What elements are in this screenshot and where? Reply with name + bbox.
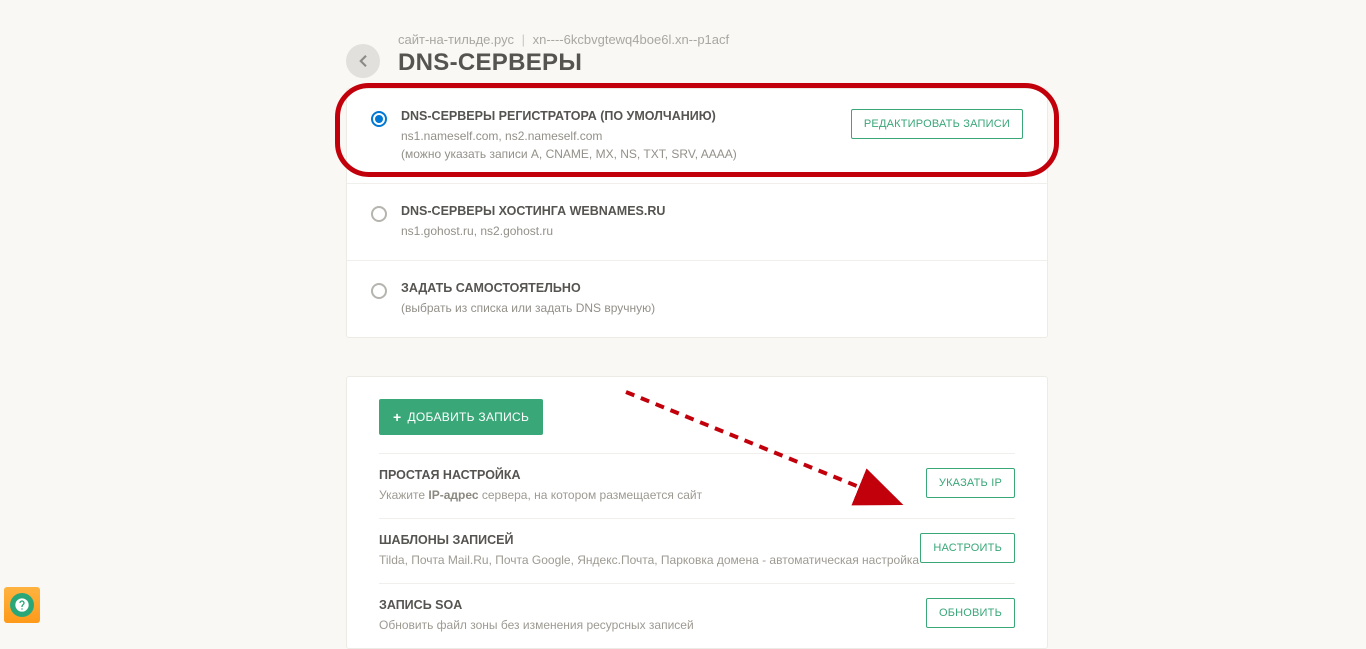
add-record-button[interactable]: + ДОБАВИТЬ ЗАПИСЬ <box>379 399 543 435</box>
page-container: сайт-на-тильде.рус | xn----6kcbvgtewq4bo… <box>346 30 1048 649</box>
help-widget[interactable] <box>4 587 40 623</box>
option-body: DNS-СЕРВЕРЫ РЕГИСТРАТОРА (ПО УМОЛЧАНИЮ) … <box>401 109 837 163</box>
radio-selected[interactable] <box>371 111 387 127</box>
section-body: ЗАПИСЬ SOA Обновить файл зоны без измене… <box>379 598 926 634</box>
section-title: ШАБЛОНЫ ЗАПИСЕЙ <box>379 533 920 547</box>
option-servers: ns1.gohost.ru, ns2.gohost.ru <box>401 222 1023 240</box>
page-header: сайт-на-тильде.рус | xn----6kcbvgtewq4bo… <box>346 30 1048 78</box>
domain-separator: | <box>522 32 525 47</box>
section-title: ЗАПИСЬ SOA <box>379 598 926 612</box>
section-soa: ЗАПИСЬ SOA Обновить файл зоны без измене… <box>379 583 1015 648</box>
dns-option-manual[interactable]: ЗАДАТЬ САМОСТОЯТЕЛЬНО (выбрать из списка… <box>347 261 1047 337</box>
option-body: ЗАДАТЬ САМОСТОЯТЕЛЬНО (выбрать из списка… <box>401 281 1023 317</box>
option-title: ЗАДАТЬ САМОСТОЯТЕЛЬНО <box>401 281 1023 295</box>
edit-records-button[interactable]: РЕДАКТИРОВАТЬ ЗАПИСИ <box>851 109 1023 139</box>
question-icon <box>14 597 30 613</box>
option-body: DNS-СЕРВЕРЫ ХОСТИНГА WEBNAMES.RU ns1.goh… <box>401 204 1023 240</box>
page-title: DNS-СЕРВЕРЫ <box>398 49 1048 77</box>
specify-ip-button[interactable]: УКАЗАТЬ IP <box>926 468 1015 498</box>
records-card: + ДОБАВИТЬ ЗАПИСЬ ПРОСТАЯ НАСТРОЙКА Укаж… <box>346 376 1048 649</box>
dns-option-registrar[interactable]: DNS-СЕРВЕРЫ РЕГИСТРАТОРА (ПО УМОЛЧАНИЮ) … <box>347 89 1047 184</box>
sub-bold: IP-адрес <box>428 488 478 502</box>
arrow-left-icon <box>354 52 372 70</box>
section-sub: Обновить файл зоны без изменения ресурсн… <box>379 616 926 634</box>
domain-display: сайт-на-тильде.рус <box>398 32 514 47</box>
update-button[interactable]: ОБНОВИТЬ <box>926 598 1015 628</box>
domain-line: сайт-на-тильде.рус | xn----6kcbvgtewq4bo… <box>398 32 1048 47</box>
domain-punycode: xn----6kcbvgtewq4boe6l.xn--p1acf <box>533 32 730 47</box>
option-servers: ns1.nameself.com, ns2.nameself.com <box>401 127 837 145</box>
section-body: ШАБЛОНЫ ЗАПИСЕЙ Tilda, Почта Mail.Ru, По… <box>379 533 920 569</box>
radio-unselected[interactable] <box>371 283 387 299</box>
plus-icon: + <box>393 409 401 425</box>
option-note: (можно указать записи A, CNAME, MX, NS, … <box>401 145 837 163</box>
option-title: DNS-СЕРВЕРЫ РЕГИСТРАТОРА (ПО УМОЛЧАНИЮ) <box>401 109 837 123</box>
option-title: DNS-СЕРВЕРЫ ХОСТИНГА WEBNAMES.RU <box>401 204 1023 218</box>
dns-options-card: DNS-СЕРВЕРЫ РЕГИСТРАТОРА (ПО УМОЛЧАНИЮ) … <box>346 88 1048 338</box>
dns-option-hosting[interactable]: DNS-СЕРВЕРЫ ХОСТИНГА WEBNAMES.RU ns1.goh… <box>347 184 1047 261</box>
section-body: ПРОСТАЯ НАСТРОЙКА Укажите IP-адрес серве… <box>379 468 926 504</box>
help-icon <box>10 593 34 617</box>
section-title: ПРОСТАЯ НАСТРОЙКА <box>379 468 926 482</box>
section-sub: Укажите IP-адрес сервера, на котором раз… <box>379 486 926 504</box>
radio-unselected[interactable] <box>371 206 387 222</box>
header-text: сайт-на-тильде.рус | xn----6kcbvgtewq4bo… <box>398 32 1048 77</box>
sub-prefix: Укажите <box>379 488 428 502</box>
section-sub: Tilda, Почта Mail.Ru, Почта Google, Янде… <box>379 551 920 569</box>
section-simple-setup: ПРОСТАЯ НАСТРОЙКА Укажите IP-адрес серве… <box>379 453 1015 518</box>
section-templates: ШАБЛОНЫ ЗАПИСЕЙ Tilda, Почта Mail.Ru, По… <box>379 518 1015 583</box>
add-record-label: ДОБАВИТЬ ЗАПИСЬ <box>407 410 529 424</box>
option-note: (выбрать из списка или задать DNS вручну… <box>401 299 1023 317</box>
configure-button[interactable]: НАСТРОИТЬ <box>920 533 1015 563</box>
sub-suffix: сервера, на котором размещается сайт <box>479 488 703 502</box>
back-button[interactable] <box>346 44 380 78</box>
